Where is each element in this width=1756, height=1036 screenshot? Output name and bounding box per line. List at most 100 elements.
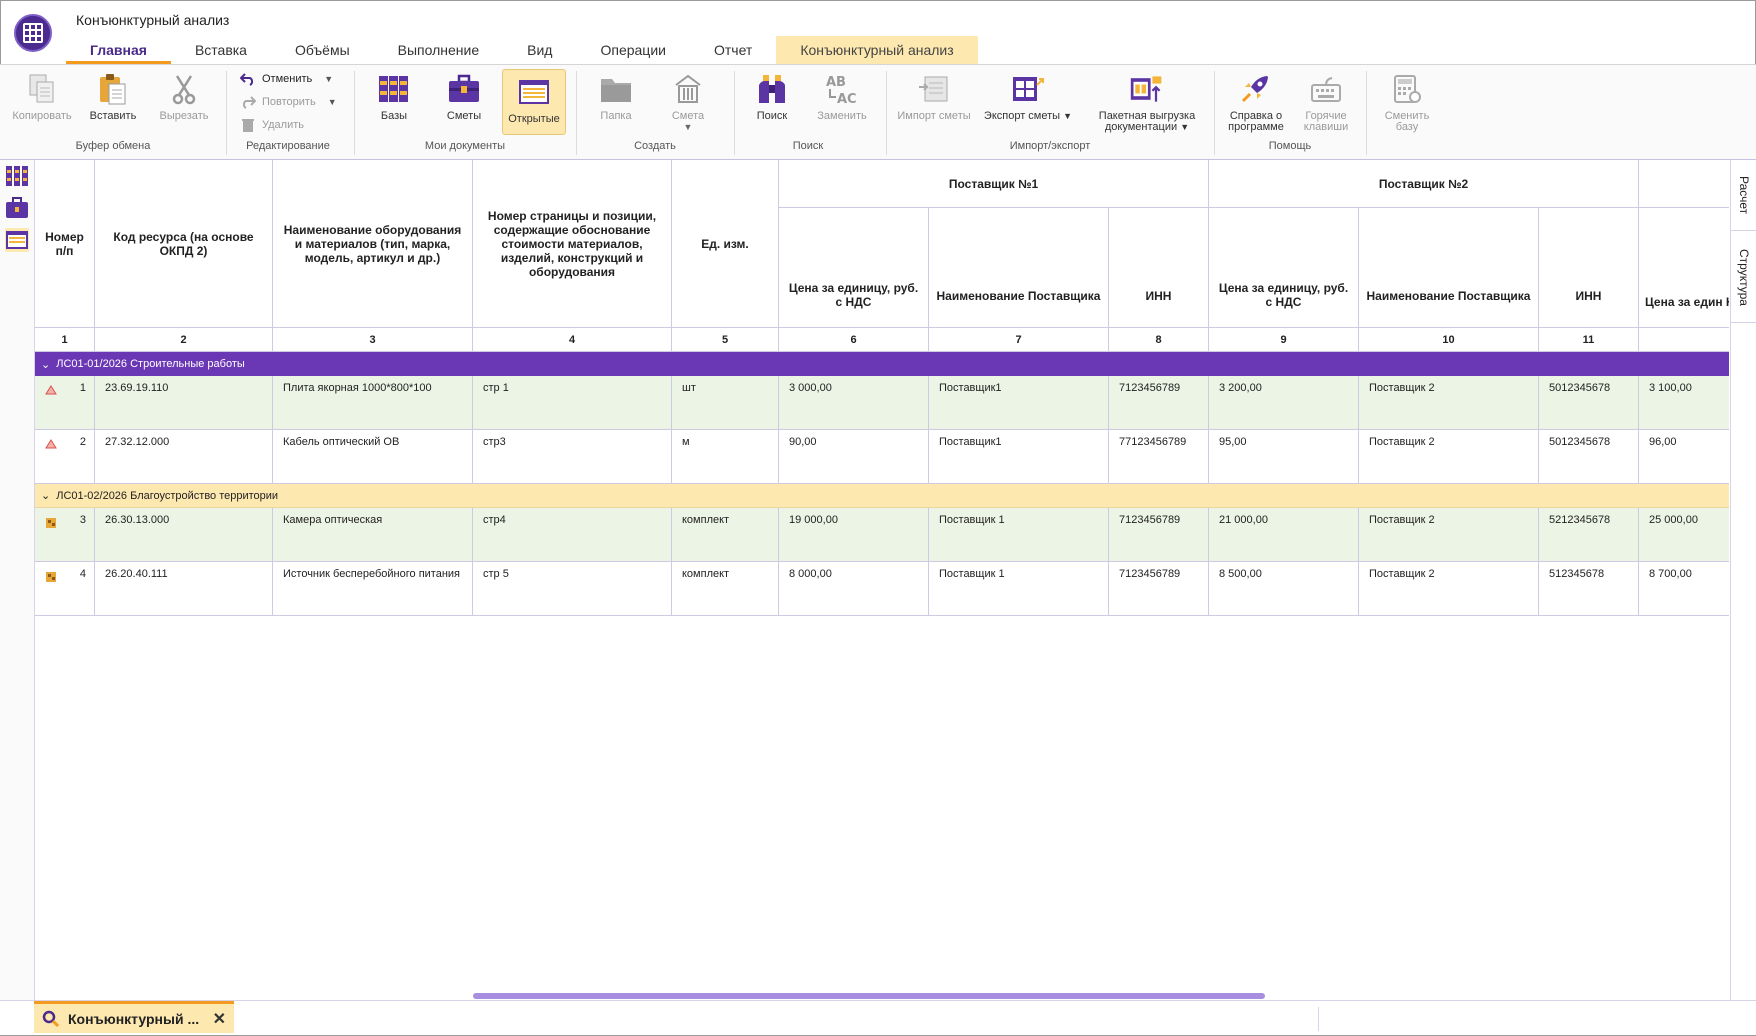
chevron-down-icon[interactable]: ▼	[1063, 111, 1072, 121]
undo-button[interactable]: Отменить ▼	[240, 72, 333, 86]
replace-button[interactable]: AB AC Заменить	[810, 71, 874, 122]
horizontal-scrollbar[interactable]	[35, 992, 1729, 1000]
cell-supplier-1[interactable]: Поставщик1	[929, 376, 1109, 429]
cell-supplier-2[interactable]: Поставщик 2	[1359, 508, 1539, 561]
chevron-down-icon[interactable]: ▼	[324, 74, 333, 84]
tab-operations[interactable]: Операции	[576, 36, 690, 64]
cell-unit[interactable]: комплект	[672, 508, 779, 561]
cell-supplier-1[interactable]: Поставщик 1	[929, 562, 1109, 615]
tab-view[interactable]: Вид	[503, 36, 576, 64]
cell-inn-1[interactable]: 7123456789	[1109, 376, 1209, 429]
tab-market-analysis[interactable]: Конъюнктурный анализ	[776, 36, 978, 64]
header-supplier-2[interactable]: Поставщик №2	[1209, 160, 1639, 208]
cell-price-3[interactable]: 96,00	[1639, 430, 1729, 483]
cell-supplier-2[interactable]: Поставщик 2	[1359, 562, 1539, 615]
cell-inn-1[interactable]: 7123456789	[1109, 508, 1209, 561]
app-logo-icon[interactable]	[14, 14, 52, 52]
cell-inn-1[interactable]: 7123456789	[1109, 562, 1209, 615]
header-num[interactable]: Номер п/п	[35, 160, 95, 328]
cell-page[interactable]: стр 5	[473, 562, 672, 615]
header-supplier-name-1[interactable]: Наименование Поставщика	[929, 208, 1109, 328]
cell-price-2[interactable]: 3 200,00	[1209, 376, 1359, 429]
chevron-down-icon[interactable]: ▼	[684, 122, 693, 132]
header-supplier-name-2[interactable]: Наименование Поставщика	[1359, 208, 1539, 328]
header-inn-1[interactable]: ИНН	[1109, 208, 1209, 328]
cell-unit[interactable]: м	[672, 430, 779, 483]
cell-code[interactable]: 27.32.12.000	[95, 430, 273, 483]
cell-price-3[interactable]: 3 100,00	[1639, 376, 1729, 429]
header-price-1[interactable]: Цена за единицу, руб. с НДС	[779, 208, 929, 328]
folder-button[interactable]: Папка	[584, 71, 648, 122]
header-supplier-3[interactable]	[1639, 160, 1729, 208]
tab-main[interactable]: Главная	[66, 36, 171, 64]
table-row[interactable]: 2 27.32.12.000 Кабель оптический ОВ стр3…	[35, 430, 1729, 484]
cell-price-3[interactable]: 8 700,00	[1639, 562, 1729, 615]
cell-supplier-1[interactable]: Поставщик 1	[929, 508, 1109, 561]
table-row[interactable]: 4 26.20.40.111 Источник бесперебойного п…	[35, 562, 1729, 616]
cell-name[interactable]: Плита якорная 1000*800*100	[273, 376, 473, 429]
open-docs-button[interactable]: Открытые	[502, 69, 566, 135]
cell-unit[interactable]: шт	[672, 376, 779, 429]
cell-price-1[interactable]: 90,00	[779, 430, 929, 483]
cell-page[interactable]: стр 1	[473, 376, 672, 429]
estimates-button[interactable]: Сметы	[434, 71, 494, 122]
cell-supplier-2[interactable]: Поставщик 2	[1359, 376, 1539, 429]
tab-insert[interactable]: Вставка	[171, 36, 271, 64]
cell-inn-2[interactable]: 5212345678	[1539, 508, 1639, 561]
header-inn-2[interactable]: ИНН	[1539, 208, 1639, 328]
cell-name[interactable]: Камера оптическая	[273, 508, 473, 561]
header-price-3[interactable]: Цена за един НДС	[1639, 208, 1729, 328]
header-code[interactable]: Код ресурса (на основе ОКПД 2)	[95, 160, 273, 328]
redo-button[interactable]: Повторить ▼	[240, 95, 337, 109]
hotkeys-button[interactable]: Горячие клавиши	[1292, 71, 1360, 133]
new-estimate-button[interactable]: Смета ▼	[656, 71, 720, 132]
cell-code[interactable]: 23.69.19.110	[95, 376, 273, 429]
copy-button[interactable]: Копировать	[10, 71, 74, 122]
delete-button[interactable]: Удалить	[240, 118, 304, 132]
about-button[interactable]: Справка о программе	[1222, 71, 1290, 133]
open-docs-icon[interactable]	[5, 228, 29, 252]
tab-execution[interactable]: Выполнение	[374, 36, 503, 64]
cell-price-3[interactable]: 25 000,00	[1639, 508, 1729, 561]
estimates-icon[interactable]	[5, 196, 29, 220]
cell-price-2[interactable]: 21 000,00	[1209, 508, 1359, 561]
tab-calculation[interactable]: Расчет	[1731, 160, 1756, 231]
close-icon[interactable]: ✕	[213, 1009, 226, 1029]
table-row[interactable]: 3 26.30.13.000 Камера оптическая стр4 ко…	[35, 508, 1729, 562]
cell-name[interactable]: Кабель оптический ОВ	[273, 430, 473, 483]
export-estimate-button[interactable]: Экспорт сметы ▼	[980, 71, 1076, 122]
tab-report[interactable]: Отчет	[690, 36, 776, 64]
header-page[interactable]: Номер страницы и позиции, содержащие обо…	[473, 160, 672, 328]
cell-code[interactable]: 26.20.40.111	[95, 562, 273, 615]
group-row[interactable]: ⌄ ЛС01-02/2026 Благоустройство территори…	[35, 484, 1729, 508]
document-tab[interactable]: Конъюнктурный ... ✕	[34, 1001, 234, 1033]
table-row[interactable]: 1 23.69.19.110 Плита якорная 1000*800*10…	[35, 376, 1729, 430]
header-price-2[interactable]: Цена за единицу, руб. с НДС	[1209, 208, 1359, 328]
cell-page[interactable]: стр4	[473, 508, 672, 561]
cell-price-1[interactable]: 3 000,00	[779, 376, 929, 429]
cell-supplier-2[interactable]: Поставщик 2	[1359, 430, 1539, 483]
group-row[interactable]: ⌄ ЛС01-01/2026 Строительные работы	[35, 352, 1729, 376]
header-supplier-1[interactable]: Поставщик №1	[779, 160, 1209, 208]
bases-icon[interactable]	[5, 164, 29, 188]
chevron-down-icon[interactable]: ⌄	[41, 489, 50, 502]
cell-inn-1[interactable]: 77123456789	[1109, 430, 1209, 483]
tab-structure[interactable]: Структура	[1731, 232, 1756, 323]
bases-button[interactable]: Базы	[364, 71, 424, 122]
header-name[interactable]: Наименование оборудования и материалов (…	[273, 160, 473, 328]
cut-button[interactable]: Вырезать	[152, 71, 216, 122]
cell-page[interactable]: стр3	[473, 430, 672, 483]
cell-code[interactable]: 26.30.13.000	[95, 508, 273, 561]
cell-inn-2[interactable]: 512345678	[1539, 562, 1639, 615]
cell-inn-2[interactable]: 5012345678	[1539, 430, 1639, 483]
search-button[interactable]: Поиск	[744, 71, 800, 122]
cell-price-2[interactable]: 8 500,00	[1209, 562, 1359, 615]
chevron-down-icon[interactable]: ▼	[328, 97, 337, 107]
cell-price-1[interactable]: 8 000,00	[779, 562, 929, 615]
cell-price-1[interactable]: 19 000,00	[779, 508, 929, 561]
chevron-down-icon[interactable]: ⌄	[41, 358, 50, 371]
tab-volumes[interactable]: Объёмы	[271, 36, 374, 64]
paste-button[interactable]: Вставить	[82, 71, 144, 122]
scrollbar-thumb[interactable]	[473, 993, 1265, 999]
cell-inn-2[interactable]: 5012345678	[1539, 376, 1639, 429]
